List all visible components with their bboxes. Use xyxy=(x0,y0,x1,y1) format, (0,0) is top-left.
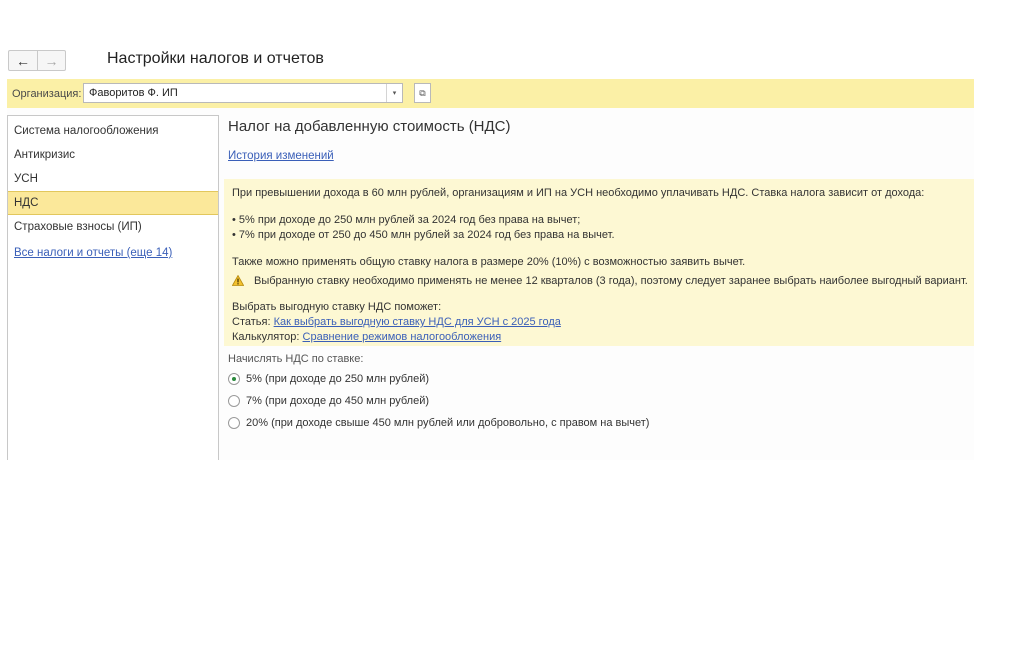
article-line: Статья: Как выбрать выгодную ставку НДС … xyxy=(232,316,561,328)
sidebar-item-tax-system[interactable]: Система налогообложения xyxy=(8,119,218,143)
rate-option-label: 5% (при доходе до 250 млн рублей) xyxy=(246,373,430,385)
info-intro: При превышении дохода в 60 млн рублей, о… xyxy=(232,187,925,199)
arrow-left-icon: ← xyxy=(16,52,30,69)
window-title: Настройки налогов и отчетов xyxy=(107,50,324,67)
rate-option-5[interactable]: 5% (при доходе до 250 млн рублей) xyxy=(228,373,429,385)
info-bullet-7: • 7% при доходе от 250 до 450 млн рублей… xyxy=(232,229,615,241)
history-link[interactable]: История изменений xyxy=(228,150,334,162)
rate-option-20[interactable]: 20% (при доходе свыше 450 млн рублей или… xyxy=(228,417,649,429)
dropdown-button[interactable]: ▾ xyxy=(386,84,402,102)
warning-icon xyxy=(232,275,244,286)
info-general-rate: Также можно применять общую ставку налог… xyxy=(232,256,746,268)
radio-button[interactable] xyxy=(228,417,240,429)
back-button[interactable]: ← xyxy=(9,51,37,70)
navigation-buttons: ← → xyxy=(8,50,66,71)
title-bar: ← → Настройки налогов и отчетов xyxy=(8,46,738,74)
calculator-line: Калькулятор: Сравнение режимов налогообл… xyxy=(232,331,501,343)
chevron-down-icon: ▾ xyxy=(392,90,397,97)
sidebar: Система налогообложения Антикризис УСН Н… xyxy=(7,115,219,460)
calculator-label: Калькулятор: xyxy=(232,331,300,343)
sidebar-item-label: НДС xyxy=(14,197,39,209)
open-window-icon: ⧉ xyxy=(419,87,426,98)
organization-label: Организация: xyxy=(12,88,82,100)
info-box: При превышении дохода в 60 млн рублей, о… xyxy=(224,179,974,346)
organization-field[interactable]: Фаворитов Ф. ИП ▾ xyxy=(83,83,403,103)
radio-button[interactable] xyxy=(228,395,240,407)
sidebar-item-vat[interactable]: НДС xyxy=(8,191,218,215)
radio-button-checked[interactable] xyxy=(228,373,240,385)
sidebar-item-label: УСН xyxy=(14,173,38,185)
organization-bar: Организация: Фаворитов Ф. ИП ▾ ⧉ xyxy=(7,79,974,108)
arrow-right-icon: → xyxy=(44,52,59,69)
article-link[interactable]: Как выбрать выгодную ставку НДС для УСН … xyxy=(274,316,561,328)
sidebar-item-label: Страховые взносы (ИП) xyxy=(14,221,142,233)
sidebar-item-anticrisis[interactable]: Антикризис xyxy=(8,143,218,167)
all-taxes-link[interactable]: Все налоги и отчеты (еще 14) xyxy=(14,247,172,259)
article-label: Статья: xyxy=(232,316,271,328)
forward-button[interactable]: → xyxy=(37,51,65,70)
sidebar-item-label: Система налогообложения xyxy=(14,125,159,137)
sidebar-item-label: Антикризис xyxy=(14,149,76,161)
rate-option-label: 7% (при доходе до 450 млн рублей) xyxy=(246,395,430,407)
calculator-link[interactable]: Сравнение режимов налогообложения xyxy=(303,331,502,343)
vat-settings-content: Налог на добавленную стоимость (НДС) Ист… xyxy=(224,108,974,460)
sidebar-item-usn[interactable]: УСН xyxy=(8,167,218,191)
rate-option-label: 20% (при доходе свыше 450 млн рублей или… xyxy=(246,417,650,429)
organization-value: Фаворитов Ф. ИП xyxy=(89,87,178,99)
info-warning: Выбранную ставку необходимо применять не… xyxy=(254,275,968,287)
rate-label: Начислять НДС по ставке: xyxy=(228,353,364,365)
sidebar-item-insurance[interactable]: Страховые взносы (ИП) xyxy=(8,215,218,239)
info-bullet-5: • 5% при доходе до 250 млн рублей за 202… xyxy=(232,214,581,226)
rate-option-7[interactable]: 7% (при доходе до 450 млн рублей) xyxy=(228,395,429,407)
info-help-title: Выбрать выгодную ставку НДС поможет: xyxy=(232,301,442,313)
section-title: Налог на добавленную стоимость (НДС) xyxy=(228,118,511,135)
main-panel: Система налогообложения Антикризис УСН Н… xyxy=(7,108,974,460)
open-organization-button[interactable]: ⧉ xyxy=(414,83,431,103)
